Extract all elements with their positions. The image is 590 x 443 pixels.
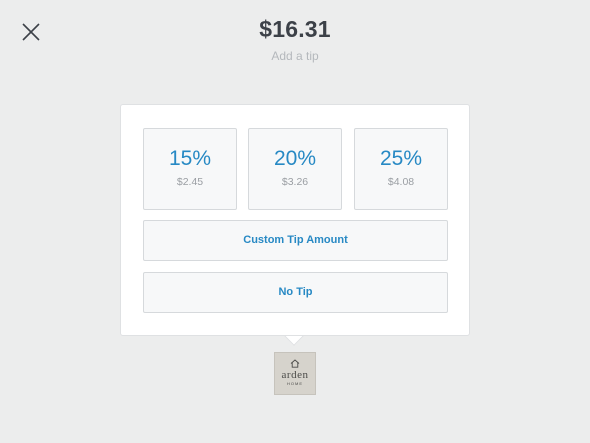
tip-percent: 25% — [379, 147, 423, 170]
custom-tip-button[interactable]: Custom Tip Amount — [143, 220, 448, 261]
add-tip-subtitle: Add a tip — [271, 49, 319, 63]
tip-option-15[interactable]: 15% $2.45 — [143, 128, 237, 210]
no-tip-button[interactable]: No Tip — [143, 272, 448, 313]
tip-option-20[interactable]: 20% $3.26 — [248, 128, 342, 210]
tip-percent: 20% — [273, 147, 317, 170]
total-amount: $16.31 — [259, 16, 331, 42]
merchant-logo: arden HOME — [274, 352, 316, 395]
house-icon — [290, 359, 300, 368]
tip-percent: 15% — [168, 147, 212, 170]
tip-amount: $4.08 — [387, 176, 415, 188]
logo-brand-text: arden — [281, 369, 309, 381]
tip-amount: $3.26 — [281, 176, 309, 188]
tip-option-25[interactable]: 25% $4.08 — [354, 128, 448, 210]
logo-sub-text: HOME — [287, 381, 303, 386]
tip-amount: $2.45 — [176, 176, 204, 188]
tip-screen: $16.31 Add a tip 15% $2.45 20% $3.26 25%… — [0, 0, 590, 443]
tip-card: 15% $2.45 20% $3.26 25% $4.08 Custom Tip… — [120, 104, 470, 336]
